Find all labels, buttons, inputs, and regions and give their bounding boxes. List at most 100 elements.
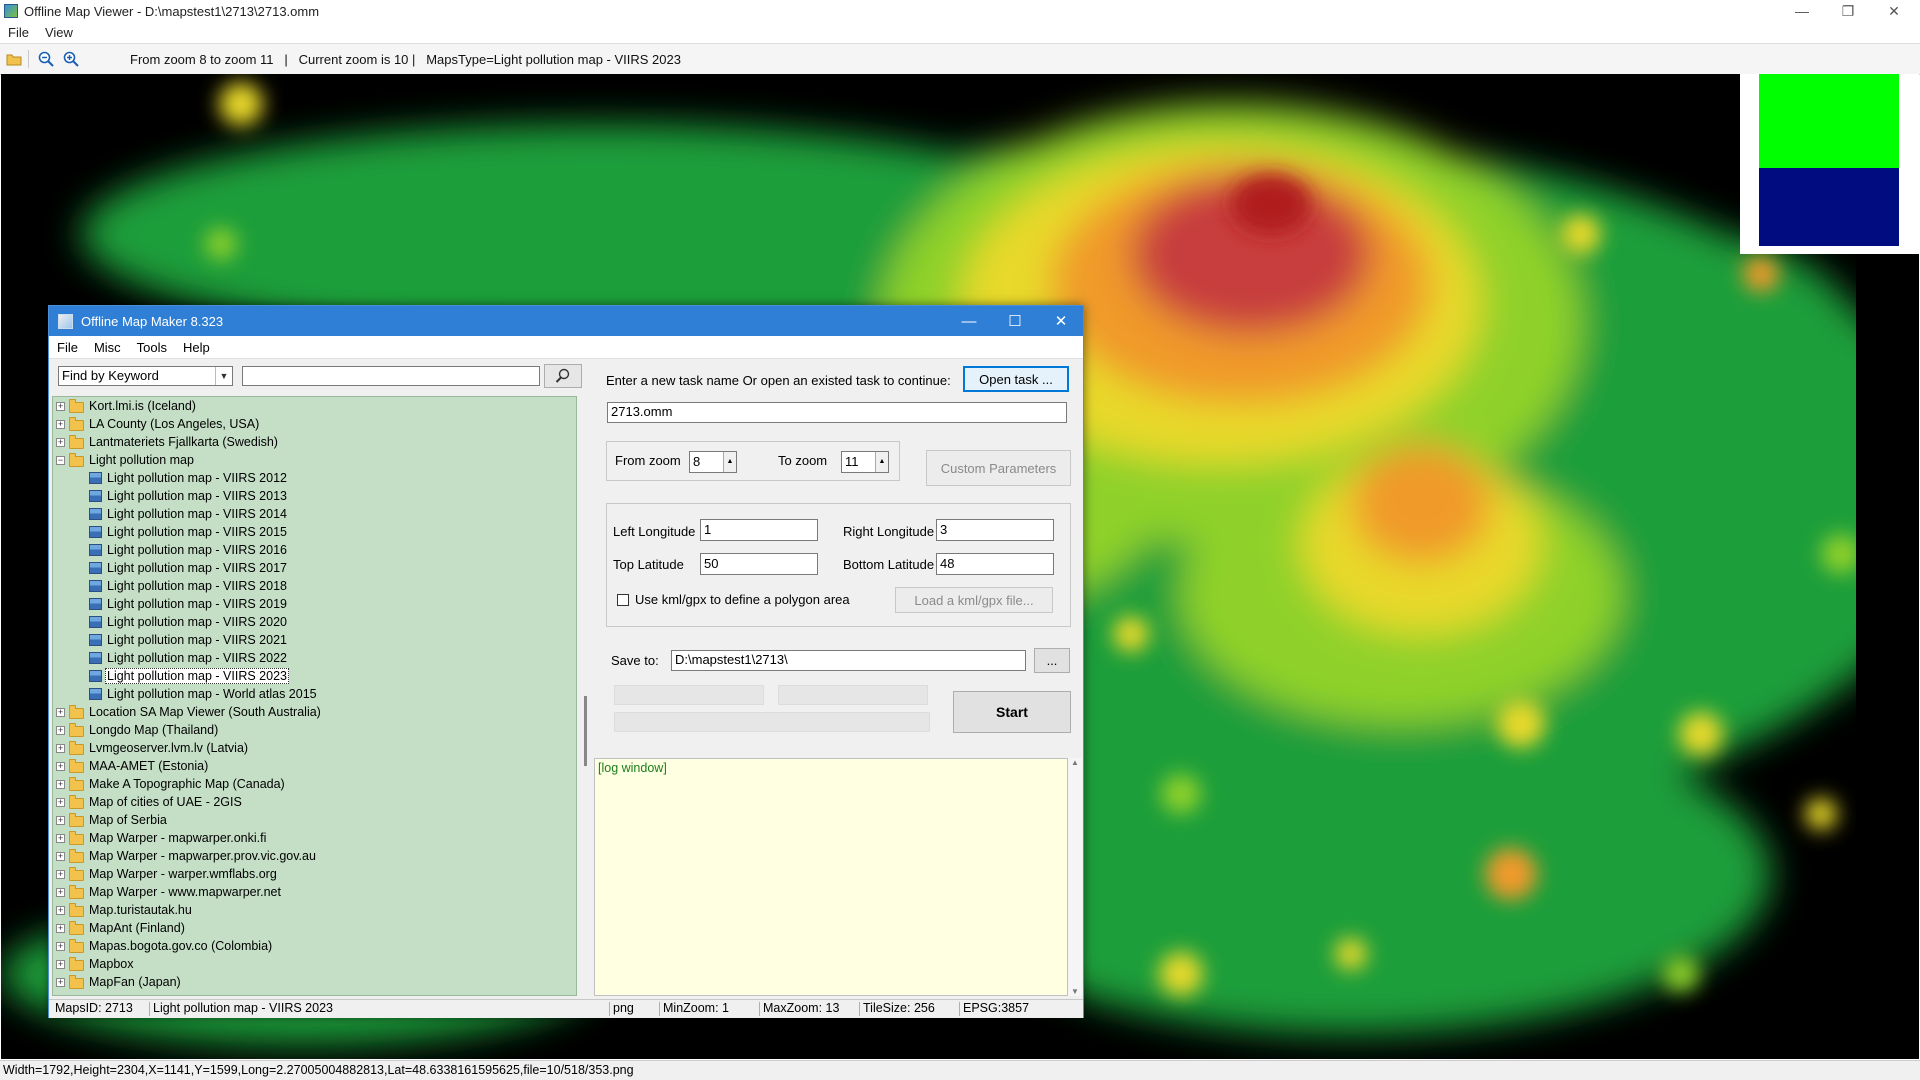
tree-map-item[interactable]: Light pollution map - VIIRS 2021 xyxy=(53,631,576,649)
top-latitude-field[interactable]: 50 xyxy=(700,553,818,575)
expand-icon[interactable]: + xyxy=(56,887,65,897)
status-separator xyxy=(609,1002,610,1016)
scroll-down-icon[interactable]: ▼ xyxy=(1071,987,1079,996)
tree-folder-item[interactable]: + MapFan (Japan) xyxy=(53,973,576,991)
tree-folder-item[interactable]: + Mapas.bogota.gov.co (Colombia) xyxy=(53,937,576,955)
expand-icon[interactable]: + xyxy=(56,707,65,717)
tree-folder-item[interactable]: + Lvmgeoserver.lvm.lv (Latvia) xyxy=(53,739,576,757)
tree-item-label: Lvmgeoserver.lvm.lv (Latvia) xyxy=(89,741,249,755)
zoom-in-button[interactable] xyxy=(60,48,82,70)
expand-icon[interactable]: + xyxy=(56,905,65,915)
tree-folder-item[interactable]: + Make A Topographic Map (Canada) xyxy=(53,775,576,793)
tree-folder-item[interactable]: + Map Warper - mapwarper.onki.fi xyxy=(53,829,576,847)
tree-folder-item[interactable]: + LA County (Los Angeles, USA) xyxy=(53,415,576,433)
browse-folder-button[interactable]: ... xyxy=(1034,648,1070,673)
expand-icon[interactable]: + xyxy=(56,923,65,933)
tree-map-item[interactable]: Light pollution map - VIIRS 2023 xyxy=(53,667,576,685)
tree-map-item[interactable]: Light pollution map - VIIRS 2017 xyxy=(53,559,576,577)
tree-folder-item[interactable]: + Map Warper - mapwarper.prov.vic.gov.au xyxy=(53,847,576,865)
start-button[interactable]: Start xyxy=(953,691,1071,733)
tree-map-item[interactable]: Light pollution map - VIIRS 2013 xyxy=(53,487,576,505)
collapse-icon[interactable]: − xyxy=(56,455,65,465)
dialog-maximize-icon[interactable]: ☐ xyxy=(993,306,1037,336)
tree-folder-item[interactable]: + Map.turistautak.hu xyxy=(53,901,576,919)
tree-map-item[interactable]: Light pollution map - VIIRS 2014 xyxy=(53,505,576,523)
tree-folder-item[interactable]: + MapAnt (Finland) xyxy=(53,919,576,937)
tree-folder-item[interactable]: + Map Warper - warper.wmflabs.org xyxy=(53,865,576,883)
expand-icon[interactable]: + xyxy=(56,401,65,411)
dialog-menu-misc[interactable]: Misc xyxy=(86,340,129,355)
tree-map-item[interactable]: Light pollution map - VIIRS 2016 xyxy=(53,541,576,559)
expand-icon[interactable]: + xyxy=(56,815,65,825)
log-scrollbar[interactable]: ▲ ▼ xyxy=(1068,758,1082,996)
dialog-menu-tools[interactable]: Tools xyxy=(129,340,175,355)
expand-icon[interactable]: + xyxy=(56,833,65,843)
menu-view[interactable]: View xyxy=(37,25,81,40)
zoom-out-button[interactable] xyxy=(35,48,57,70)
expand-icon[interactable]: + xyxy=(56,743,65,753)
open-folder-button[interactable] xyxy=(3,48,25,70)
bottom-latitude-field[interactable]: 48 xyxy=(936,553,1054,575)
expand-icon[interactable]: + xyxy=(56,869,65,879)
minimize-icon[interactable]: — xyxy=(1782,0,1822,22)
save-to-field[interactable]: D:\mapstest1\2713\ xyxy=(671,650,1026,671)
dialog-menu-file[interactable]: File xyxy=(49,340,86,355)
tree-map-item[interactable]: Light pollution map - VIIRS 2022 xyxy=(53,649,576,667)
right-longitude-field[interactable]: 3 xyxy=(936,519,1054,541)
expand-icon[interactable]: + xyxy=(56,941,65,951)
tree-folder-item[interactable]: + Mapbox xyxy=(53,955,576,973)
from-zoom-stepper[interactable]: 8 ▲▼ xyxy=(689,451,737,473)
tree-map-item[interactable]: Light pollution map - VIIRS 2019 xyxy=(53,595,576,613)
tree-folder-item[interactable]: + Location SA Map Viewer (South Australia… xyxy=(53,703,576,721)
tree-folder-item[interactable]: + Kort.lmi.is (Iceland) xyxy=(53,397,576,415)
kml-polygon-checkbox[interactable] xyxy=(617,594,629,606)
tree-map-item[interactable]: Light pollution map - VIIRS 2020 xyxy=(53,613,576,631)
tree-folder-item[interactable]: + Lantmateriets Fjallkarta (Swedish) xyxy=(53,433,576,451)
tree-folder-item[interactable]: − Light pollution map xyxy=(53,451,576,469)
menu-file[interactable]: File xyxy=(0,25,37,40)
tree-folder-item[interactable]: + Map of cities of UAE - 2GIS xyxy=(53,793,576,811)
scroll-up-icon[interactable]: ▲ xyxy=(1071,758,1079,767)
tree-item-label: Lantmateriets Fjallkarta (Swedish) xyxy=(89,435,278,449)
expand-icon[interactable]: + xyxy=(56,977,65,987)
log-window[interactable]: [log window] xyxy=(594,758,1068,996)
expand-icon[interactable]: + xyxy=(56,419,65,429)
left-longitude-field[interactable]: 1 xyxy=(700,519,818,541)
tree-folder-item[interactable]: + Map Warper - www.mapwarper.net xyxy=(53,883,576,901)
expand-icon[interactable]: + xyxy=(56,761,65,771)
tree-folder-item[interactable]: + MAA-AMET (Estonia) xyxy=(53,757,576,775)
dialog-menu-help[interactable]: Help xyxy=(175,340,218,355)
tree-map-item[interactable]: Light pollution map - VIIRS 2015 xyxy=(53,523,576,541)
toolbar-separator xyxy=(28,50,29,68)
custom-parameters-button[interactable]: Custom Parameters xyxy=(926,450,1071,486)
open-task-button[interactable]: Open task ... xyxy=(963,366,1069,392)
tree-folder-item[interactable]: + Map of Serbia xyxy=(53,811,576,829)
tree-map-item[interactable]: Light pollution map - VIIRS 2012 xyxy=(53,469,576,487)
save-to-label: Save to: xyxy=(611,653,659,668)
tree-map-item[interactable]: Light pollution map - World atlas 2015 xyxy=(53,685,576,703)
expand-icon[interactable]: + xyxy=(56,779,65,789)
dialog-close-icon[interactable]: ✕ xyxy=(1039,306,1083,336)
find-mode-select[interactable]: Find by Keyword ▼ xyxy=(58,366,233,386)
search-input[interactable] xyxy=(242,366,540,386)
search-button[interactable] xyxy=(544,364,582,388)
to-zoom-stepper[interactable]: 11 ▲▼ xyxy=(841,451,889,473)
expand-icon[interactable]: + xyxy=(56,725,65,735)
tree-scrollbar[interactable] xyxy=(579,396,593,996)
tree-map-item[interactable]: Light pollution map - VIIRS 2018 xyxy=(53,577,576,595)
to-zoom-spin-icon[interactable]: ▲▼ xyxy=(875,452,888,472)
status-tile-size: TileSize: 256 xyxy=(863,1001,935,1015)
tree-scrollbar-thumb[interactable] xyxy=(584,696,587,766)
dialog-minimize-icon[interactable]: — xyxy=(947,306,991,336)
expand-icon[interactable]: + xyxy=(56,959,65,969)
expand-icon[interactable]: + xyxy=(56,797,65,807)
restore-icon[interactable]: ❐ xyxy=(1828,0,1868,22)
load-kml-button[interactable]: Load a kml/gpx file... xyxy=(895,587,1053,613)
tree-folder-item[interactable]: + Longdo Map (Thailand) xyxy=(53,721,576,739)
map-source-tree[interactable]: + Kort.lmi.is (Iceland) + LA County (Los An… xyxy=(52,396,577,996)
expand-icon[interactable]: + xyxy=(56,851,65,861)
from-zoom-spin-icon[interactable]: ▲▼ xyxy=(723,452,736,472)
expand-icon[interactable]: + xyxy=(56,437,65,447)
task-name-field[interactable]: 2713.omm xyxy=(607,402,1067,423)
close-icon[interactable]: ✕ xyxy=(1874,0,1914,22)
